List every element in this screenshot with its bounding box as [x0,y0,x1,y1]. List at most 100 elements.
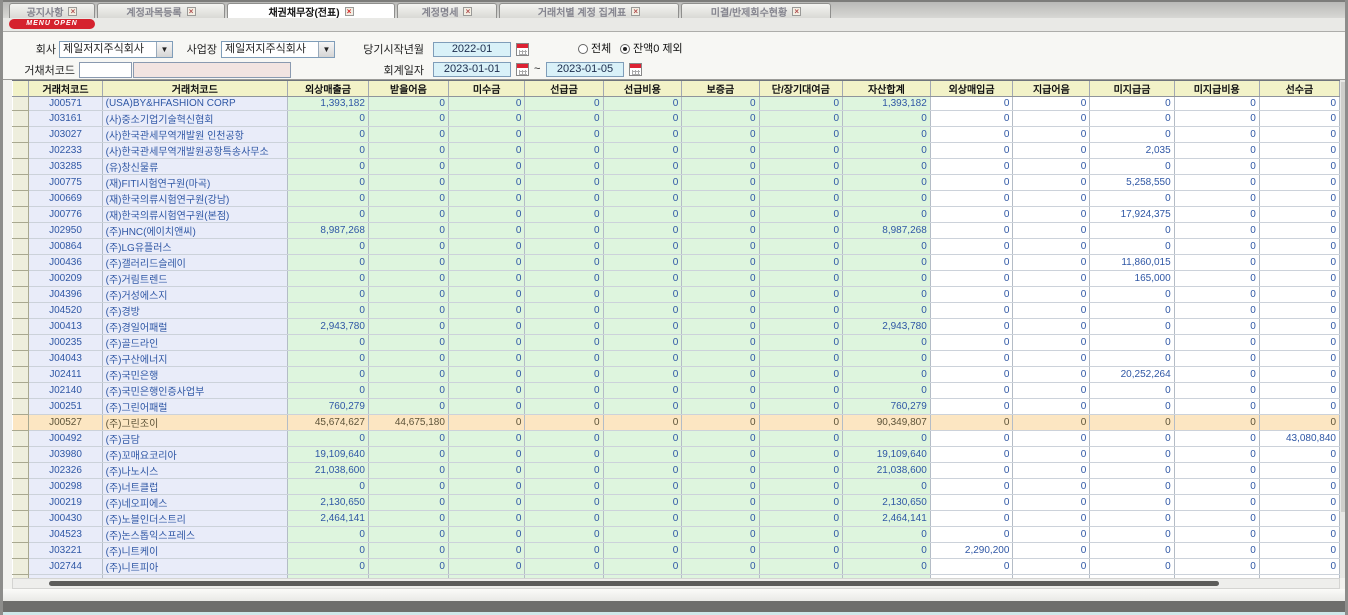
cell-prepaid-expense[interactable]: 0 [603,303,682,319]
tab-6[interactable]: 미결/반제회수현황× [681,3,831,18]
cell-notes-payable[interactable]: 0 [1013,159,1090,175]
header-partner-code[interactable]: 거래처코드 [29,81,102,97]
cell-partner-code[interactable]: J00864 [29,239,102,255]
cell-accrued-expense[interactable]: 0 [1174,431,1259,447]
header-prepaid-expense[interactable]: 선급비용 [603,81,682,97]
cell-notes-payable[interactable]: 0 [1013,287,1090,303]
cell-advance-payment[interactable]: 0 [525,255,603,271]
header-asset-total[interactable]: 자산합계 [843,81,931,97]
cell-notes-receivable[interactable]: 0 [368,191,448,207]
cell-prepaid-expense[interactable]: 0 [603,367,682,383]
cell-prepaid-expense[interactable]: 0 [603,97,682,111]
cell-notes-payable[interactable]: 0 [1013,383,1090,399]
cell-ap-purchases[interactable]: 0 [930,319,1013,335]
cell-prepaid-expense[interactable]: 0 [603,383,682,399]
cell-partner-name[interactable]: (사)한국관세무역개발원공항특송사무소 [102,143,287,159]
cell-ar-sales[interactable]: 0 [287,335,368,351]
cell-partner-name[interactable]: (주)니트피아 [102,559,287,575]
cell-advance-payment[interactable]: 0 [525,479,603,495]
cell-advance-payment[interactable]: 0 [525,335,603,351]
cell-notes-receivable[interactable]: 0 [368,351,448,367]
table-row[interactable]: J04043(주)구산에너지0000000000000 [13,351,1340,367]
cell-partner-code[interactable]: J02233 [29,143,102,159]
cell-deposit[interactable]: 0 [682,127,759,143]
cell-notes-receivable[interactable]: 0 [368,463,448,479]
cell-accrued-payable[interactable]: 0 [1090,303,1174,319]
cell-partner-code[interactable]: J04523 [29,527,102,543]
cell-asset-total[interactable]: 2,464,141 [843,511,931,527]
cell-partner-name[interactable]: (주)니트케이 [102,543,287,559]
cell-loans[interactable]: 0 [759,319,842,335]
cell-asset-total[interactable]: 0 [843,479,931,495]
cell-prepaid-expense[interactable]: 0 [603,271,682,287]
cell-partner-name[interactable]: (주)노블인더스트리 [102,511,287,527]
cell-partner-name[interactable]: (주)그린어패럴 [102,399,287,415]
cell-deposit[interactable]: 0 [682,287,759,303]
cell-asset-total[interactable]: 21,038,600 [843,463,931,479]
cell-row-selector[interactable] [13,335,29,351]
cell-loans[interactable]: 0 [759,303,842,319]
cell-advance-payment[interactable]: 0 [525,287,603,303]
cell-accrued-expense[interactable]: 0 [1174,271,1259,287]
cell-partner-code[interactable]: J00235 [29,335,102,351]
cell-loans[interactable]: 0 [759,511,842,527]
cell-prepaid-expense[interactable]: 0 [603,559,682,575]
cell-accrued-expense[interactable]: 0 [1174,447,1259,463]
cell-ar-sales[interactable]: 2,943,780 [287,319,368,335]
cell-loans[interactable]: 0 [759,255,842,271]
cell-notes-receivable[interactable]: 0 [368,527,448,543]
cell-prepaid-expense[interactable]: 0 [603,111,682,127]
cell-ap-purchases[interactable]: 0 [930,463,1013,479]
cell-advance-payment[interactable]: 0 [525,447,603,463]
cell-ar-sales[interactable]: 0 [287,255,368,271]
close-icon[interactable]: × [187,7,196,16]
cell-loans[interactable]: 0 [759,351,842,367]
cell-accrued-expense[interactable]: 0 [1174,159,1259,175]
cell-accrued-expense[interactable]: 0 [1174,399,1259,415]
cell-prepaid-expense[interactable]: 0 [603,239,682,255]
cell-accrued-payable[interactable]: 0 [1090,319,1174,335]
cell-prepaid-expense[interactable]: 0 [603,415,682,431]
cell-misc-receivable[interactable]: 0 [448,335,524,351]
cell-loans[interactable]: 0 [759,143,842,159]
table-row[interactable]: J03221(주)니트케이000000002,290,2000000 [13,543,1340,559]
cell-notes-receivable[interactable]: 44,675,180 [368,415,448,431]
header-notes-receivable[interactable]: 받을어음 [368,81,448,97]
calendar-icon[interactable] [516,43,529,56]
cell-ar-sales[interactable]: 0 [287,111,368,127]
cell-partner-name[interactable]: (주)거성에스지 [102,287,287,303]
cell-row-selector[interactable] [13,223,29,239]
cell-ar-sales[interactable]: 0 [287,207,368,223]
cell-advance-payment[interactable]: 0 [525,207,603,223]
header-accrued-expense[interactable]: 미지급비용 [1174,81,1259,97]
cell-loans[interactable]: 0 [759,207,842,223]
table-row[interactable]: J03285(유)창신물류0000000000000 [13,159,1340,175]
cell-advance-receipt[interactable]: 0 [1259,463,1339,479]
header-advance-receipt[interactable]: 선수금 [1259,81,1339,97]
cell-notes-receivable[interactable]: 0 [368,127,448,143]
cell-loans[interactable]: 0 [759,559,842,575]
cell-notes-payable[interactable]: 0 [1013,415,1090,431]
cell-accrued-payable[interactable]: 0 [1090,527,1174,543]
cell-prepaid-expense[interactable]: 0 [603,255,682,271]
cell-notes-payable[interactable]: 0 [1013,447,1090,463]
cell-deposit[interactable]: 0 [682,351,759,367]
close-icon[interactable]: × [68,7,77,16]
cell-accrued-payable[interactable]: 0 [1090,127,1174,143]
cell-ar-sales[interactable]: 0 [287,159,368,175]
cell-advance-receipt[interactable]: 0 [1259,335,1339,351]
cell-partner-code[interactable]: J00209 [29,271,102,287]
cell-deposit[interactable]: 0 [682,431,759,447]
cell-row-selector[interactable] [13,479,29,495]
cell-ar-sales[interactable]: 21,038,600 [287,463,368,479]
cell-partner-name[interactable]: (주)그린조이 [102,415,287,431]
cell-row-selector[interactable] [13,415,29,431]
cell-advance-receipt[interactable]: 0 [1259,271,1339,287]
cell-misc-receivable[interactable]: 0 [448,255,524,271]
cell-accrued-expense[interactable]: 0 [1174,191,1259,207]
cell-advance-payment[interactable]: 0 [525,319,603,335]
header-row-selector[interactable] [13,81,29,97]
vertical-scrollbar-thumb[interactable] [1341,82,1347,512]
cell-loans[interactable]: 0 [759,97,842,111]
cell-asset-total[interactable]: 0 [843,159,931,175]
